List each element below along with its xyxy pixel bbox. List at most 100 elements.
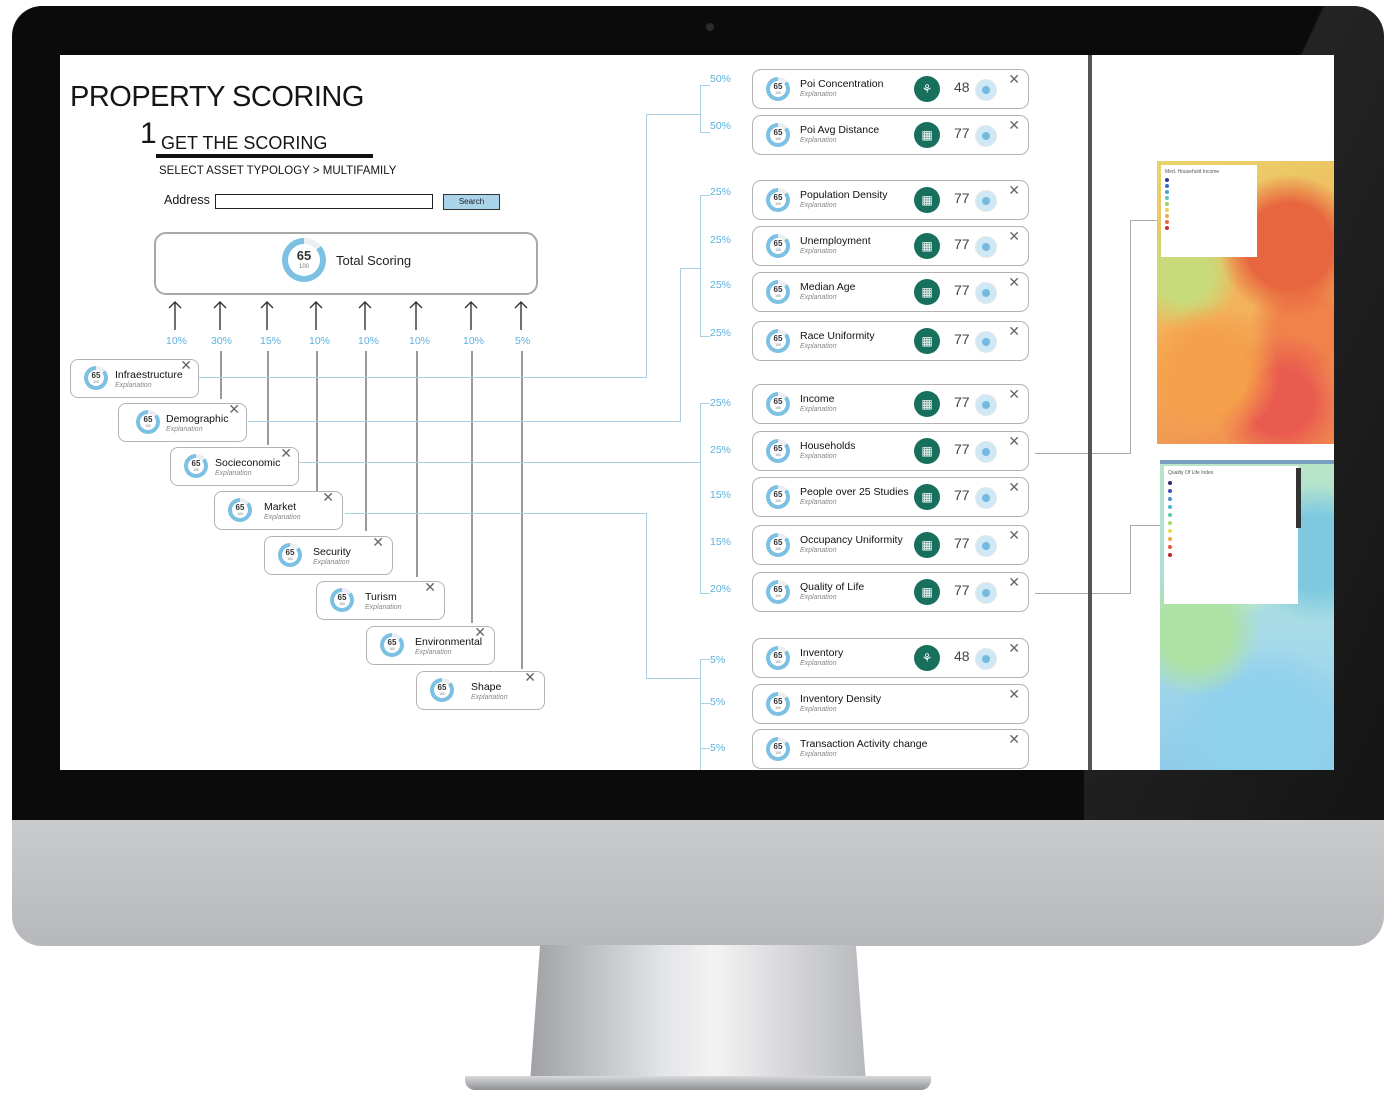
metric-card-unemployment[interactable]: 65 100 Unemployment Explanation ▦ 77 ✕ [752, 226, 1029, 266]
close-icon[interactable]: ✕ [1008, 387, 1020, 401]
toggle-icon[interactable] [975, 394, 997, 416]
metric-card-poi-avg-distance[interactable]: 65 100 Poi Avg Distance Explanation ▦ 77 … [752, 115, 1029, 155]
monitor-base [465, 1076, 931, 1090]
explanation-link[interactable]: Explanation [800, 453, 837, 460]
metric-card-population-density[interactable]: 65 100 Population Density Explanation ▦ 7… [752, 180, 1029, 220]
explanation-link[interactable]: Explanation [115, 382, 152, 389]
close-icon[interactable]: ✕ [322, 490, 334, 504]
close-icon[interactable]: ✕ [1008, 118, 1020, 132]
explanation-link[interactable]: Explanation [800, 91, 837, 98]
address-input[interactable] [215, 194, 433, 209]
category-card-security[interactable]: 65 100 Security Explanation ✕ [264, 535, 393, 575]
explanation-link[interactable]: Explanation [800, 706, 837, 713]
metric-card-occupancy-uniformity[interactable]: 65 100 Occupancy Uniformity Explanation ▦… [752, 525, 1029, 565]
category-card-socieconomic[interactable]: 65 100 Socieconomic Explanation ✕ [170, 446, 299, 486]
score-gauge: 65 100 [766, 737, 790, 761]
app-screen: PROPERTY SCORING 1 GET THE SCORING SELEC… [60, 55, 1334, 770]
close-icon[interactable]: ✕ [1008, 641, 1020, 655]
toggle-icon[interactable] [975, 487, 997, 509]
metric-card-quality-of-life[interactable]: 65 100 Quality of Life Explanation ▦ 77 ✕ [752, 572, 1029, 612]
arrow-up-icon [309, 301, 323, 330]
toggle-icon[interactable] [975, 535, 997, 557]
toggle-icon[interactable] [975, 648, 997, 670]
close-icon[interactable]: ✕ [424, 580, 436, 594]
explanation-link[interactable]: Explanation [800, 499, 837, 506]
close-icon[interactable]: ✕ [474, 625, 486, 639]
metric-card-transaction-activity-change[interactable]: 65 100 Transaction Activity change Explan… [752, 729, 1029, 769]
close-icon[interactable]: ✕ [1008, 575, 1020, 589]
metric-card-median-age[interactable]: 65 100 Median Age Explanation ▦ 77 ✕ [752, 272, 1029, 312]
close-icon[interactable]: ✕ [280, 446, 292, 460]
quality-of-life-map[interactable]: Quality Of Life Index [1160, 460, 1334, 770]
metric-card-households[interactable]: 65 100 Households Explanation ▦ 77 ✕ [752, 431, 1029, 471]
category-card-environmental[interactable]: 65 100 Environmental Explanation ✕ [366, 625, 495, 665]
close-icon[interactable]: ✕ [1008, 732, 1020, 746]
close-icon[interactable]: ✕ [372, 535, 384, 549]
toggle-icon[interactable] [975, 331, 997, 353]
metric-label: Poi Avg Distance [800, 124, 880, 136]
explanation-link[interactable]: Explanation [800, 547, 837, 554]
toggle-icon[interactable] [975, 190, 997, 212]
metric-card-race-uniformity[interactable]: 65 100 Race Uniformity Explanation ▦ 77 ✕ [752, 321, 1029, 361]
explanation-link[interactable]: Explanation [800, 294, 837, 301]
category-card-market[interactable]: 65 100 Market Explanation ✕ [214, 490, 343, 530]
toggle-icon[interactable] [975, 79, 997, 101]
category-label: Shape [471, 681, 502, 693]
building-icon: ▦ [914, 187, 940, 213]
explanation-link[interactable]: Explanation [313, 559, 350, 566]
metric-card-income[interactable]: 65 100 Income Explanation ▦ 77 ✕ [752, 384, 1029, 424]
explanation-link[interactable]: Explanation [800, 137, 837, 144]
close-icon[interactable]: ✕ [1008, 324, 1020, 338]
toggle-icon[interactable] [975, 282, 997, 304]
close-icon[interactable]: ✕ [524, 670, 536, 684]
explanation-link[interactable]: Explanation [800, 594, 837, 601]
search-button[interactable]: Search [443, 194, 500, 210]
category-card-turism[interactable]: 65 100 Turism Explanation ✕ [316, 580, 445, 620]
toggle-icon[interactable] [975, 582, 997, 604]
step-underline [156, 154, 373, 158]
explanation-link[interactable]: Explanation [800, 751, 837, 758]
close-icon[interactable]: ✕ [1008, 229, 1020, 243]
explanation-link[interactable]: Explanation [800, 406, 837, 413]
explanation-link[interactable]: Explanation [264, 514, 301, 521]
score-gauge: 65 100 [766, 280, 790, 304]
connector-line [471, 351, 473, 623]
category-label: Infraestructure [115, 369, 183, 381]
toggle-icon[interactable] [975, 125, 997, 147]
explanation-link[interactable]: Explanation [800, 248, 837, 255]
close-icon[interactable]: ✕ [1008, 434, 1020, 448]
camera-icon [706, 23, 714, 31]
metric-card-poi-concentration[interactable]: 65 100 Poi Concentration Explanation ⚘ 48… [752, 69, 1029, 109]
close-icon[interactable]: ✕ [1008, 183, 1020, 197]
category-card-shape[interactable]: 65 100 Shape Explanation ✕ [416, 670, 545, 710]
toggle-icon[interactable] [975, 441, 997, 463]
explanation-link[interactable]: Explanation [415, 649, 452, 656]
connector-line [700, 85, 701, 133]
explanation-link[interactable]: Explanation [800, 343, 837, 350]
metric-card-inventory[interactable]: 65 100 Inventory Explanation ⚘ 48 ✕ [752, 638, 1029, 678]
close-icon[interactable]: ✕ [1008, 275, 1020, 289]
explanation-link[interactable]: Explanation [800, 202, 837, 209]
metric-card-inventory-density[interactable]: 65 100 Inventory Density Explanation ✕ [752, 684, 1029, 724]
explanation-link[interactable]: Explanation [215, 470, 252, 477]
explanation-link[interactable]: Explanation [471, 694, 508, 701]
close-icon[interactable]: ✕ [1008, 480, 1020, 494]
asset-typology-breadcrumb[interactable]: SELECT ASSET TYPOLOGY > MULTIFAMILY [159, 165, 396, 177]
income-map[interactable]: Med. Household Income [1157, 161, 1334, 444]
close-icon[interactable]: ✕ [1008, 528, 1020, 542]
close-icon[interactable]: ✕ [1008, 687, 1020, 701]
explanation-link[interactable]: Explanation [166, 426, 203, 433]
close-icon[interactable]: ✕ [1008, 72, 1020, 86]
close-icon[interactable]: ✕ [228, 402, 240, 416]
toggle-icon[interactable] [975, 236, 997, 258]
close-icon[interactable]: ✕ [180, 358, 192, 372]
category-card-infraestructure[interactable]: 65 100 Infraestructure Explanation ✕ [70, 358, 199, 398]
scrollbar[interactable] [1296, 468, 1301, 528]
category-card-demographic[interactable]: 65 100 Demographic Explanation ✕ [118, 402, 247, 442]
connector-line [700, 403, 701, 593]
building-icon: ▦ [914, 579, 940, 605]
score-gauge: 65 100 [184, 454, 208, 478]
metric-card-people-over-25-studies[interactable]: 65 100 People over 25 Studies Explanation… [752, 477, 1029, 517]
explanation-link[interactable]: Explanation [365, 604, 402, 611]
explanation-link[interactable]: Explanation [800, 660, 837, 667]
